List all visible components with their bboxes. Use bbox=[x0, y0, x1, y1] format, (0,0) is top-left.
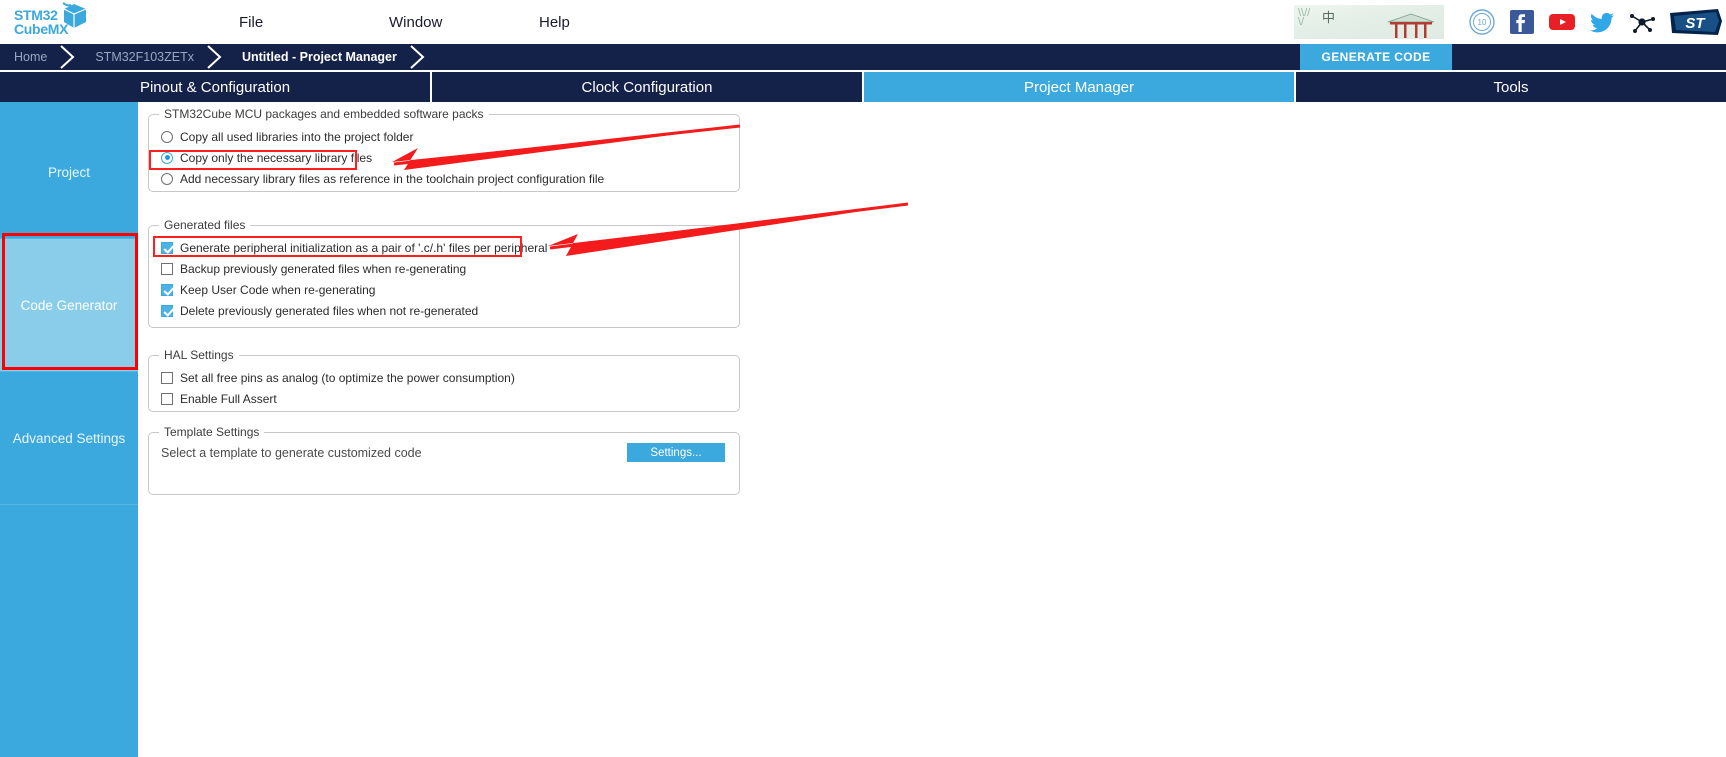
breadcrumb-label-mcu: STM32F103ZETx bbox=[95, 50, 194, 64]
st-logo-icon[interactable]: ST bbox=[1668, 7, 1724, 37]
sidebar-label-project: Project bbox=[47, 164, 91, 180]
checkbox-label-backup-previously-generated-files: Backup previously generated files when r… bbox=[180, 261, 467, 276]
radio-label-copy-necessary-library-files: Copy only the necessary library files bbox=[180, 150, 373, 165]
top-right-icons: \\//\/ 中 10 ST bbox=[1294, 0, 1726, 44]
checkbox-icon-checked bbox=[161, 283, 173, 296]
checkbox-label-enable-full-assert: Enable Full Assert bbox=[180, 391, 277, 406]
sidebar-label-advanced-settings: Advanced Settings bbox=[12, 430, 126, 446]
decorative-banner-image: \\//\/ 中 bbox=[1294, 5, 1444, 39]
group-title-hal-settings: HAL Settings bbox=[159, 348, 239, 362]
menu-bar: STM32 CubeMX File Window Help \\//\/ 中 1… bbox=[0, 0, 1726, 44]
sidebar-item-project[interactable]: Project bbox=[0, 106, 138, 239]
chevron-right-icon bbox=[60, 45, 75, 69]
body: Project Code Generator Advanced Settings… bbox=[0, 102, 1726, 757]
breadcrumb-label-project-manager: Untitled - Project Manager bbox=[241, 50, 397, 64]
grass-decoration: \\//\/ bbox=[1298, 7, 1311, 28]
group-template-settings: Template Settings Select a template to g… bbox=[148, 425, 740, 495]
content-pane: STM32Cube MCU packages and embedded soft… bbox=[138, 102, 1726, 757]
checkbox-delete-previously-generated-files[interactable]: Delete previously generated files when n… bbox=[149, 300, 739, 321]
radio-copy-necessary-library-files[interactable]: Copy only the necessary library files bbox=[149, 147, 739, 168]
decoration-caption: 中 bbox=[1322, 10, 1336, 25]
menu-file[interactable]: File bbox=[225, 14, 375, 31]
generate-code-button[interactable]: GENERATE CODE bbox=[1300, 44, 1452, 70]
breadcrumb-item-project-manager[interactable]: Untitled - Project Manager bbox=[228, 44, 399, 70]
sidebar-item-code-generator[interactable]: Code Generator bbox=[0, 239, 138, 372]
group-generated-files: Generated files Generate peripheral init… bbox=[148, 218, 740, 328]
group-title-mcu-packages: STM32Cube MCU packages and embedded soft… bbox=[159, 107, 489, 121]
menu-help[interactable]: Help bbox=[525, 14, 675, 31]
youtube-icon[interactable] bbox=[1548, 8, 1576, 36]
app-logo-text: STM32 CubeMX bbox=[14, 8, 69, 37]
breadcrumb-item-mcu[interactable]: STM32F103ZETx bbox=[81, 44, 196, 70]
group-mcu-packages: STM32Cube MCU packages and embedded soft… bbox=[148, 107, 740, 192]
group-hal-settings: HAL Settings Set all free pins as analog… bbox=[148, 348, 740, 412]
sidebar-filler bbox=[0, 505, 138, 675]
checkbox-backup-previously-generated-files[interactable]: Backup previously generated files when r… bbox=[149, 258, 739, 279]
twitter-icon[interactable] bbox=[1588, 8, 1616, 36]
tab-clock-configuration[interactable]: Clock Configuration bbox=[432, 72, 864, 102]
tab-tools[interactable]: Tools bbox=[1296, 72, 1726, 102]
radio-copy-all-libraries[interactable]: Copy all used libraries into the project… bbox=[149, 126, 739, 147]
social-icon-row: 10 ST bbox=[1468, 7, 1726, 37]
checkbox-keep-user-code[interactable]: Keep User Code when re-generating bbox=[149, 279, 739, 300]
radio-add-library-files-as-reference[interactable]: Add necessary library files as reference… bbox=[149, 168, 739, 189]
facebook-icon[interactable] bbox=[1508, 8, 1536, 36]
radio-label-copy-all-libraries: Copy all used libraries into the project… bbox=[180, 129, 414, 144]
group-title-template-settings: Template Settings bbox=[159, 425, 265, 439]
radio-icon-selected bbox=[161, 151, 173, 164]
sidebar-label-code-generator: Code Generator bbox=[20, 297, 118, 313]
checkbox-icon-checked bbox=[161, 241, 173, 254]
app-logo: STM32 CubeMX bbox=[0, 0, 110, 44]
tab-pinout-configuration[interactable]: Pinout & Configuration bbox=[0, 72, 432, 102]
breadcrumb-label-home: Home bbox=[14, 50, 48, 64]
sidebar-item-advanced-settings[interactable]: Advanced Settings bbox=[0, 372, 138, 505]
checkbox-icon-checked bbox=[161, 304, 173, 317]
sidebar: Project Code Generator Advanced Settings bbox=[0, 102, 138, 757]
svg-text:ST: ST bbox=[1685, 15, 1706, 32]
checkbox-generate-peripheral-init-pair[interactable]: Generate peripheral initialization as a … bbox=[149, 237, 739, 258]
svg-text:10: 10 bbox=[1478, 18, 1487, 27]
checkbox-enable-full-assert[interactable]: Enable Full Assert bbox=[149, 388, 739, 409]
template-settings-button[interactable]: Settings... bbox=[627, 443, 725, 462]
menu-items: File Window Help bbox=[225, 14, 675, 31]
menu-window[interactable]: Window bbox=[375, 14, 525, 31]
cube-icon bbox=[62, 2, 87, 28]
checkbox-label-keep-user-code: Keep User Code when re-generating bbox=[180, 282, 376, 297]
breadcrumb: Home STM32F103ZETx Untitled - Project Ma… bbox=[0, 44, 1726, 70]
chevron-right-icon bbox=[410, 45, 425, 69]
breadcrumb-item-home[interactable]: Home bbox=[0, 44, 49, 70]
checkbox-icon bbox=[161, 371, 173, 384]
radio-label-add-library-files-as-reference: Add necessary library files as reference… bbox=[180, 171, 605, 186]
app-logo-line2: CubeMX bbox=[14, 21, 69, 37]
checkbox-icon bbox=[161, 262, 173, 275]
tab-project-manager[interactable]: Project Manager bbox=[864, 72, 1296, 102]
chevron-right-icon bbox=[207, 45, 222, 69]
checkbox-label-set-free-pins-analog: Set all free pins as analog (to optimize… bbox=[180, 370, 515, 385]
network-icon[interactable] bbox=[1628, 8, 1656, 36]
checkbox-icon bbox=[161, 392, 173, 405]
pavilion-illustration bbox=[1387, 13, 1435, 38]
main-tabbar: Pinout & Configuration Clock Configurati… bbox=[0, 70, 1726, 102]
checkbox-label-delete-previously-generated-files: Delete previously generated files when n… bbox=[180, 303, 479, 318]
stamp-icon[interactable]: 10 bbox=[1468, 8, 1496, 36]
radio-icon bbox=[161, 130, 173, 143]
radio-icon bbox=[161, 172, 173, 185]
checkbox-label-generate-peripheral-init-pair: Generate peripheral initialization as a … bbox=[180, 240, 548, 255]
template-description: Select a template to generate customized… bbox=[161, 445, 422, 460]
checkbox-set-free-pins-analog[interactable]: Set all free pins as analog (to optimize… bbox=[149, 367, 739, 388]
group-title-generated-files: Generated files bbox=[159, 218, 251, 232]
